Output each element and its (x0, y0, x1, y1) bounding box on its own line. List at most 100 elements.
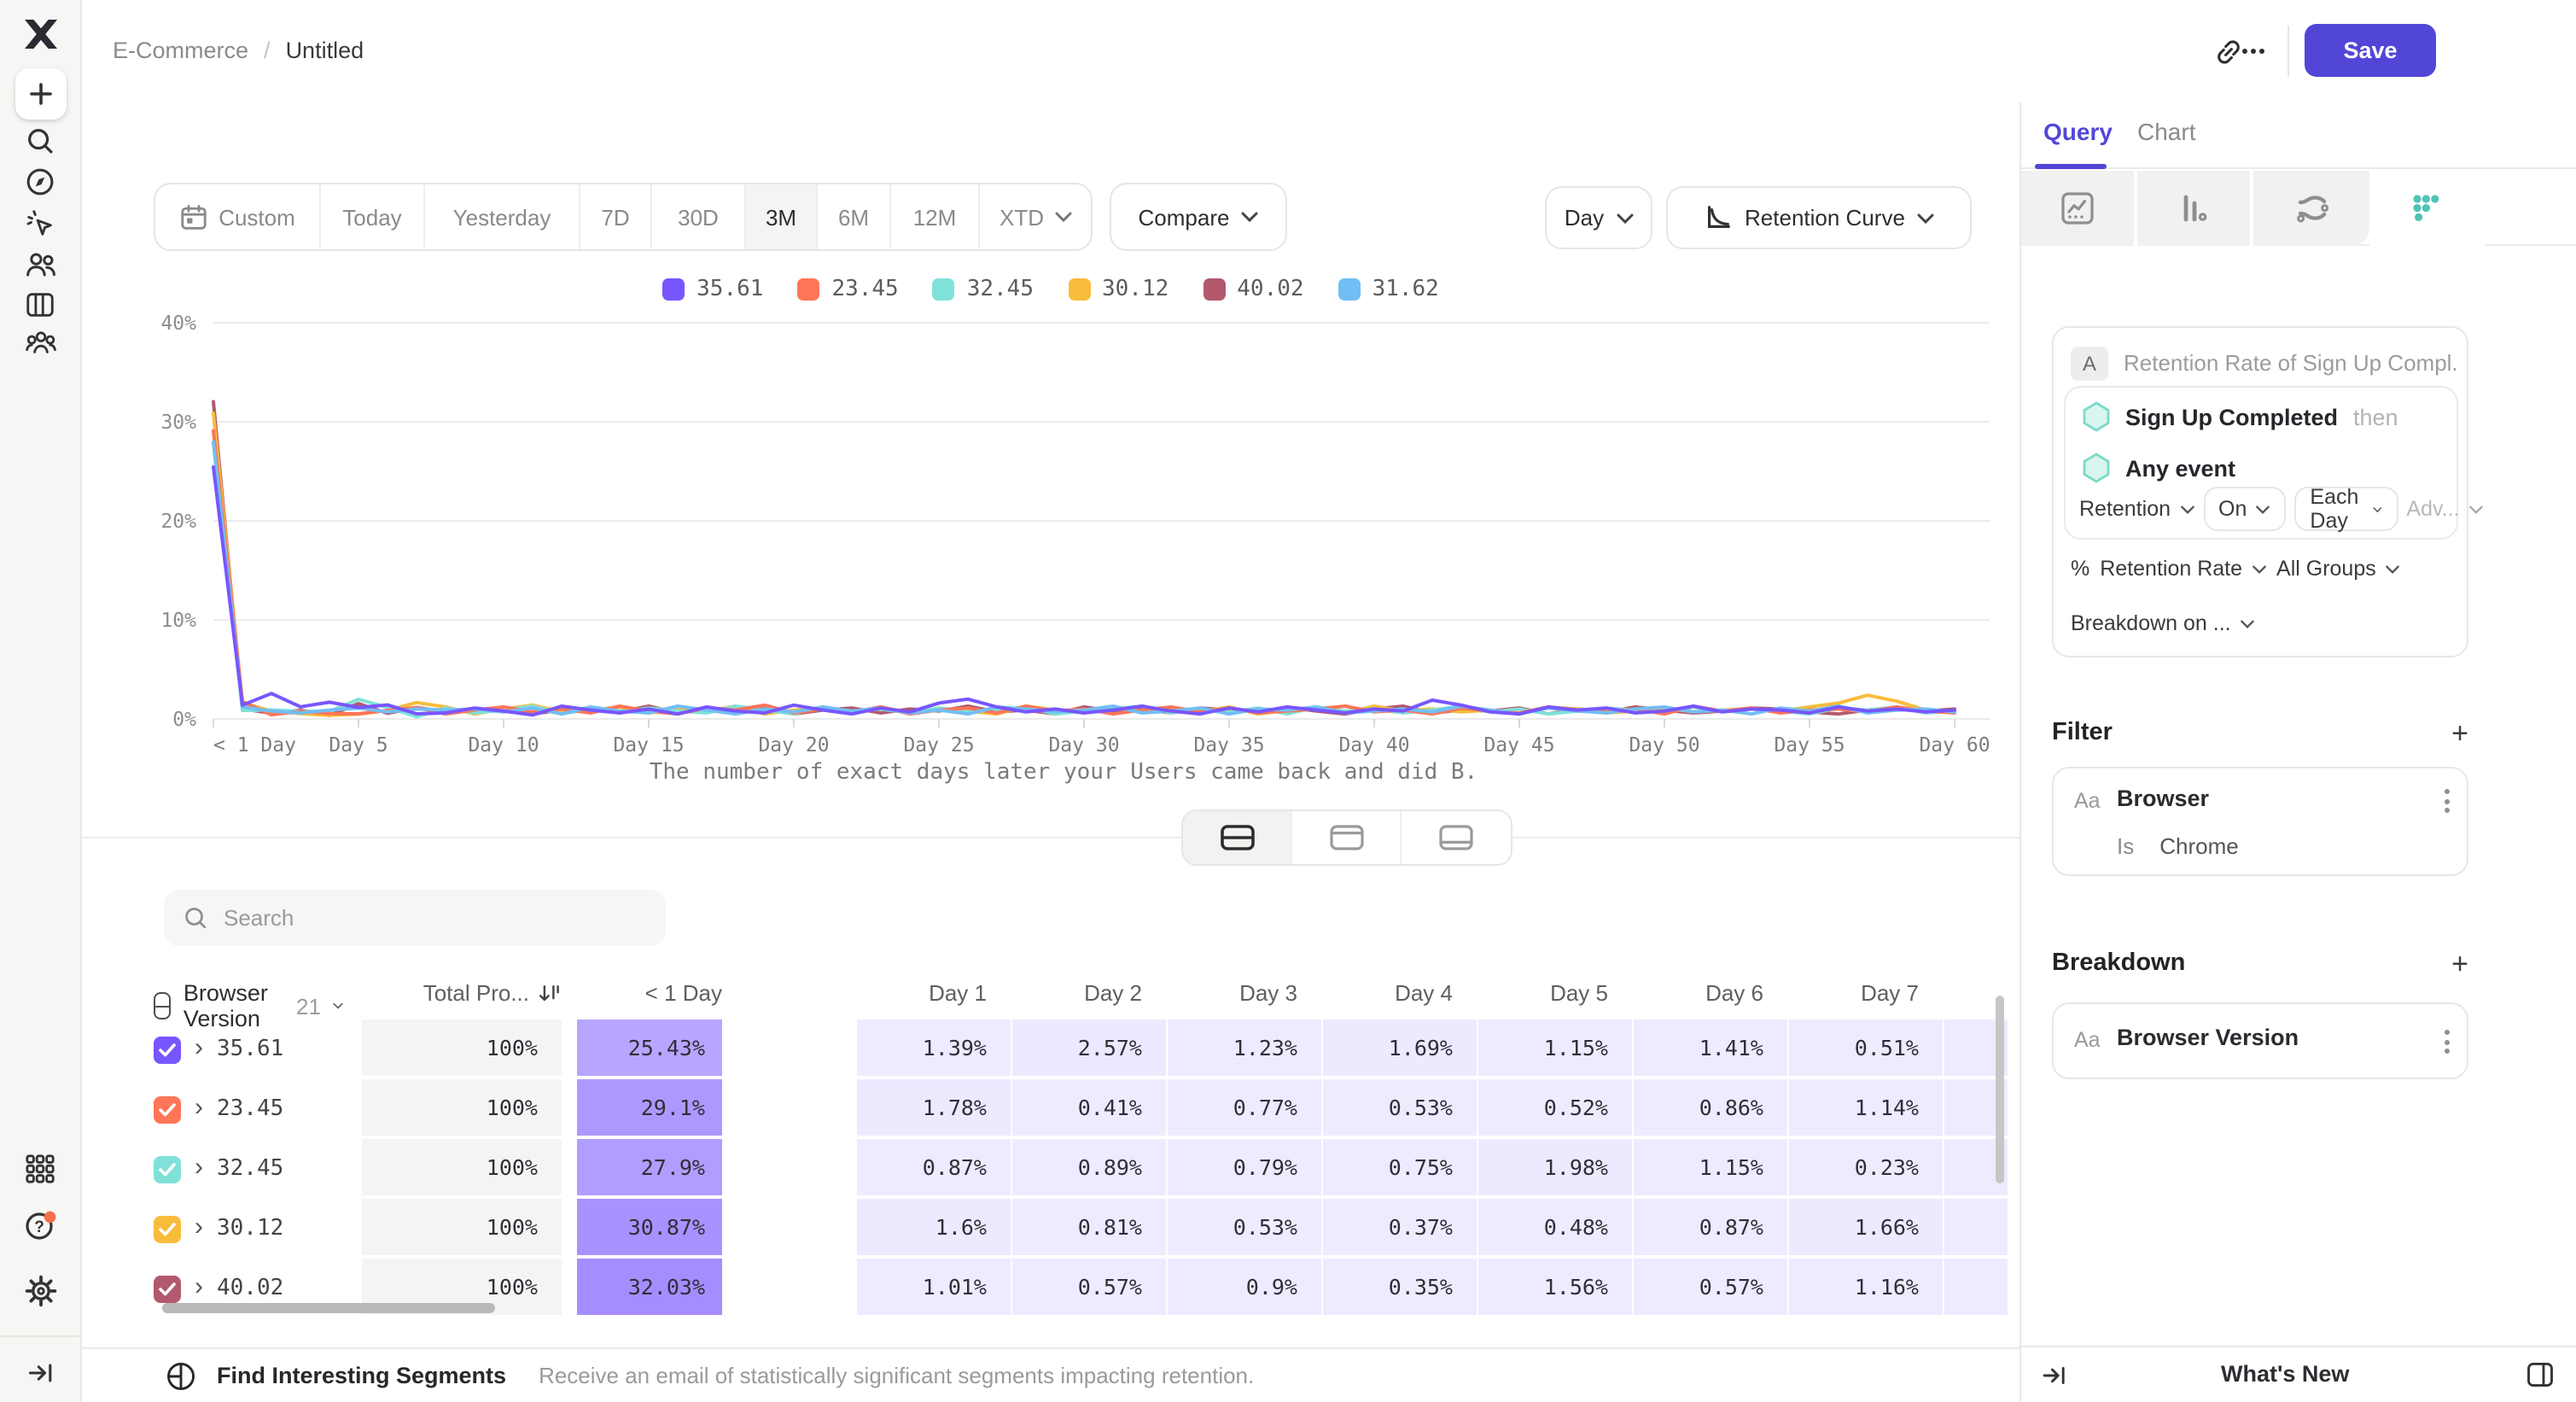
event-a-row[interactable]: Sign Up Completed then (2083, 401, 2398, 432)
expand-chevron-icon[interactable]: › (195, 1154, 203, 1183)
breakdown-on-dropdown[interactable]: Breakdown on ... (2071, 611, 2255, 635)
help-icon[interactable]: ? (20, 1206, 61, 1247)
retention-cell[interactable]: 0.23% (1787, 1139, 1943, 1197)
query-step-title[interactable]: Retention Rate of Sign Up Compl... (2124, 350, 2457, 376)
range-3m[interactable]: 3M (746, 184, 818, 249)
retention-cell[interactable]: 0.77% (1166, 1079, 1321, 1137)
day-column-header[interactable]: Day 4 (1321, 980, 1453, 1006)
retention-cell[interactable]: 1.01% (855, 1259, 1011, 1317)
select-all-checkbox[interactable] (154, 992, 172, 1019)
retention-cell[interactable]: 0.37% (1321, 1199, 1477, 1257)
filter-operator[interactable]: Is (2117, 833, 2134, 859)
expand-chevron-icon[interactable]: › (195, 1095, 203, 1124)
row-toggle[interactable]: ›23.45 (154, 1079, 283, 1139)
on-dropdown[interactable]: On (2203, 487, 2286, 531)
retention-cell[interactable]: 0.9% (1166, 1259, 1321, 1317)
expand-chevron-icon[interactable]: › (195, 1214, 203, 1243)
retention-cell[interactable]: 0.57% (1011, 1259, 1166, 1317)
breakdown-property[interactable]: Browser Version (2117, 1025, 2299, 1050)
split-view-button[interactable] (1183, 811, 1292, 864)
layout-columns-icon[interactable] (2525, 1359, 2556, 1390)
retention-cell[interactable]: 1.69% (1321, 1019, 1477, 1078)
table-only-view-button[interactable] (1402, 811, 1511, 864)
retention-cell[interactable]: 1.66% (1787, 1199, 1943, 1257)
users-icon[interactable] (20, 244, 61, 285)
range-yesterday[interactable]: Yesterday (425, 184, 580, 249)
measure-dropdown[interactable]: Retention Rate (2100, 557, 2266, 581)
total-column-header[interactable]: Total Pro... (360, 980, 562, 1006)
cohorts-icon[interactable] (20, 323, 61, 364)
retention-mode-dropdown[interactable]: Retention (2079, 497, 2194, 521)
row-checkbox[interactable] (154, 1036, 181, 1063)
row-checkbox[interactable] (154, 1215, 181, 1242)
breakdown-kebab-menu-icon[interactable] (2445, 1030, 2450, 1054)
retention-cell[interactable]: 0.87% (855, 1139, 1011, 1197)
bar-chart-icon[interactable] (2137, 171, 2253, 246)
row-toggle[interactable]: ›35.61 (154, 1019, 283, 1079)
add-breakdown-button[interactable]: + (2451, 949, 2468, 978)
retention-cell[interactable]: 2.57% (1011, 1019, 1166, 1078)
ellipsis-menu-icon[interactable] (2233, 31, 2274, 72)
retention-cell[interactable]: 30.87% (575, 1199, 722, 1257)
retention-cell[interactable]: 0.7% (1943, 1259, 2008, 1317)
retention-cell[interactable]: 0.87% (1632, 1199, 1787, 1257)
breadcrumb-board[interactable]: E-Commerce (113, 38, 248, 63)
horizontal-scrollbar[interactable] (162, 1303, 495, 1313)
row-checkbox[interactable] (154, 1095, 181, 1123)
search-icon[interactable] (20, 120, 61, 161)
compass-discover-icon[interactable] (20, 161, 61, 202)
insights-chart-icon[interactable] (2021, 171, 2137, 246)
legend-item[interactable]: 23.45 (797, 277, 898, 302)
save-button[interactable]: Save (2305, 24, 2436, 77)
day-column-header[interactable]: Day 2 (1011, 980, 1142, 1006)
retention-cell[interactable]: 1.41% (1632, 1019, 1787, 1078)
chart-type-dropdown[interactable]: Retention Curve (1666, 186, 1972, 249)
retention-cell[interactable]: 1.15% (1632, 1139, 1787, 1197)
retention-cell[interactable]: 1.6% (855, 1199, 1011, 1257)
retention-cell[interactable]: 0.53% (1166, 1199, 1321, 1257)
legend-item[interactable]: 32.45 (933, 277, 1034, 302)
retention-cell[interactable]: 0.48% (1477, 1199, 1632, 1257)
flows-icon[interactable] (2253, 171, 2369, 246)
vertical-scrollbar[interactable] (1996, 996, 2004, 1183)
legend-item[interactable]: 30.12 (1068, 277, 1169, 302)
retention-cell[interactable]: 0.35% (1321, 1259, 1477, 1317)
retention-cell[interactable]: 1.78% (855, 1079, 1011, 1137)
breadcrumb-report-title[interactable]: Untitled (286, 38, 364, 63)
legend-item[interactable]: 31.62 (1338, 277, 1439, 302)
interval-dropdown[interactable]: Each Day (2294, 487, 2398, 531)
retention-cell[interactable]: 32.03% (575, 1259, 722, 1317)
advanced-dropdown[interactable]: Adv... (2406, 497, 2483, 521)
retention-cell[interactable]: 1.56% (1477, 1259, 1632, 1317)
day-column-header[interactable]: Day 1 (855, 980, 987, 1006)
retention-cell[interactable]: 25.43% (575, 1019, 722, 1078)
retention-cell[interactable]: 1.16% (1787, 1259, 1943, 1317)
row-toggle[interactable]: ›32.45 (154, 1139, 283, 1199)
first-day-column-header[interactable]: < 1 Day (575, 980, 722, 1006)
add-filter-button[interactable]: + (2451, 719, 2468, 748)
expand-chevron-icon[interactable]: › (195, 1035, 203, 1064)
filter-kebab-menu-icon[interactable] (2445, 789, 2450, 813)
retention-cell[interactable]: 29.1% (575, 1079, 722, 1137)
collapse-panel-icon[interactable] (2040, 1361, 2069, 1390)
retention-cell[interactable]: 0.53% (1321, 1079, 1477, 1137)
range-today[interactable]: Today (321, 184, 425, 249)
retention-cell[interactable]: 0.79% (1166, 1139, 1321, 1197)
day-column-header[interactable]: Day 3 (1166, 980, 1297, 1006)
retention-cell[interactable]: 27.9% (575, 1139, 722, 1197)
event-b-row[interactable]: Any event (2083, 453, 2235, 483)
range-xtd[interactable]: XTD (980, 184, 1091, 249)
retention-cell[interactable]: 1.2% (1943, 1199, 2008, 1257)
row-toggle[interactable]: ›30.12 (154, 1199, 283, 1259)
create-plus-button[interactable] (15, 68, 66, 120)
table-search-box[interactable] (164, 890, 666, 946)
granularity-dropdown[interactable]: Day (1545, 186, 1652, 249)
filter-property[interactable]: Browser (2117, 786, 2209, 811)
retention-cell[interactable]: 1.23% (1166, 1019, 1321, 1078)
filter-value[interactable]: Chrome (2159, 833, 2239, 859)
tab-chart[interactable]: Chart (2137, 118, 2195, 145)
row-checkbox[interactable] (154, 1275, 181, 1302)
retention-cell[interactable]: 1.98% (1477, 1139, 1632, 1197)
expand-chevron-icon[interactable]: › (195, 1274, 203, 1303)
boards-icon[interactable] (20, 283, 61, 324)
